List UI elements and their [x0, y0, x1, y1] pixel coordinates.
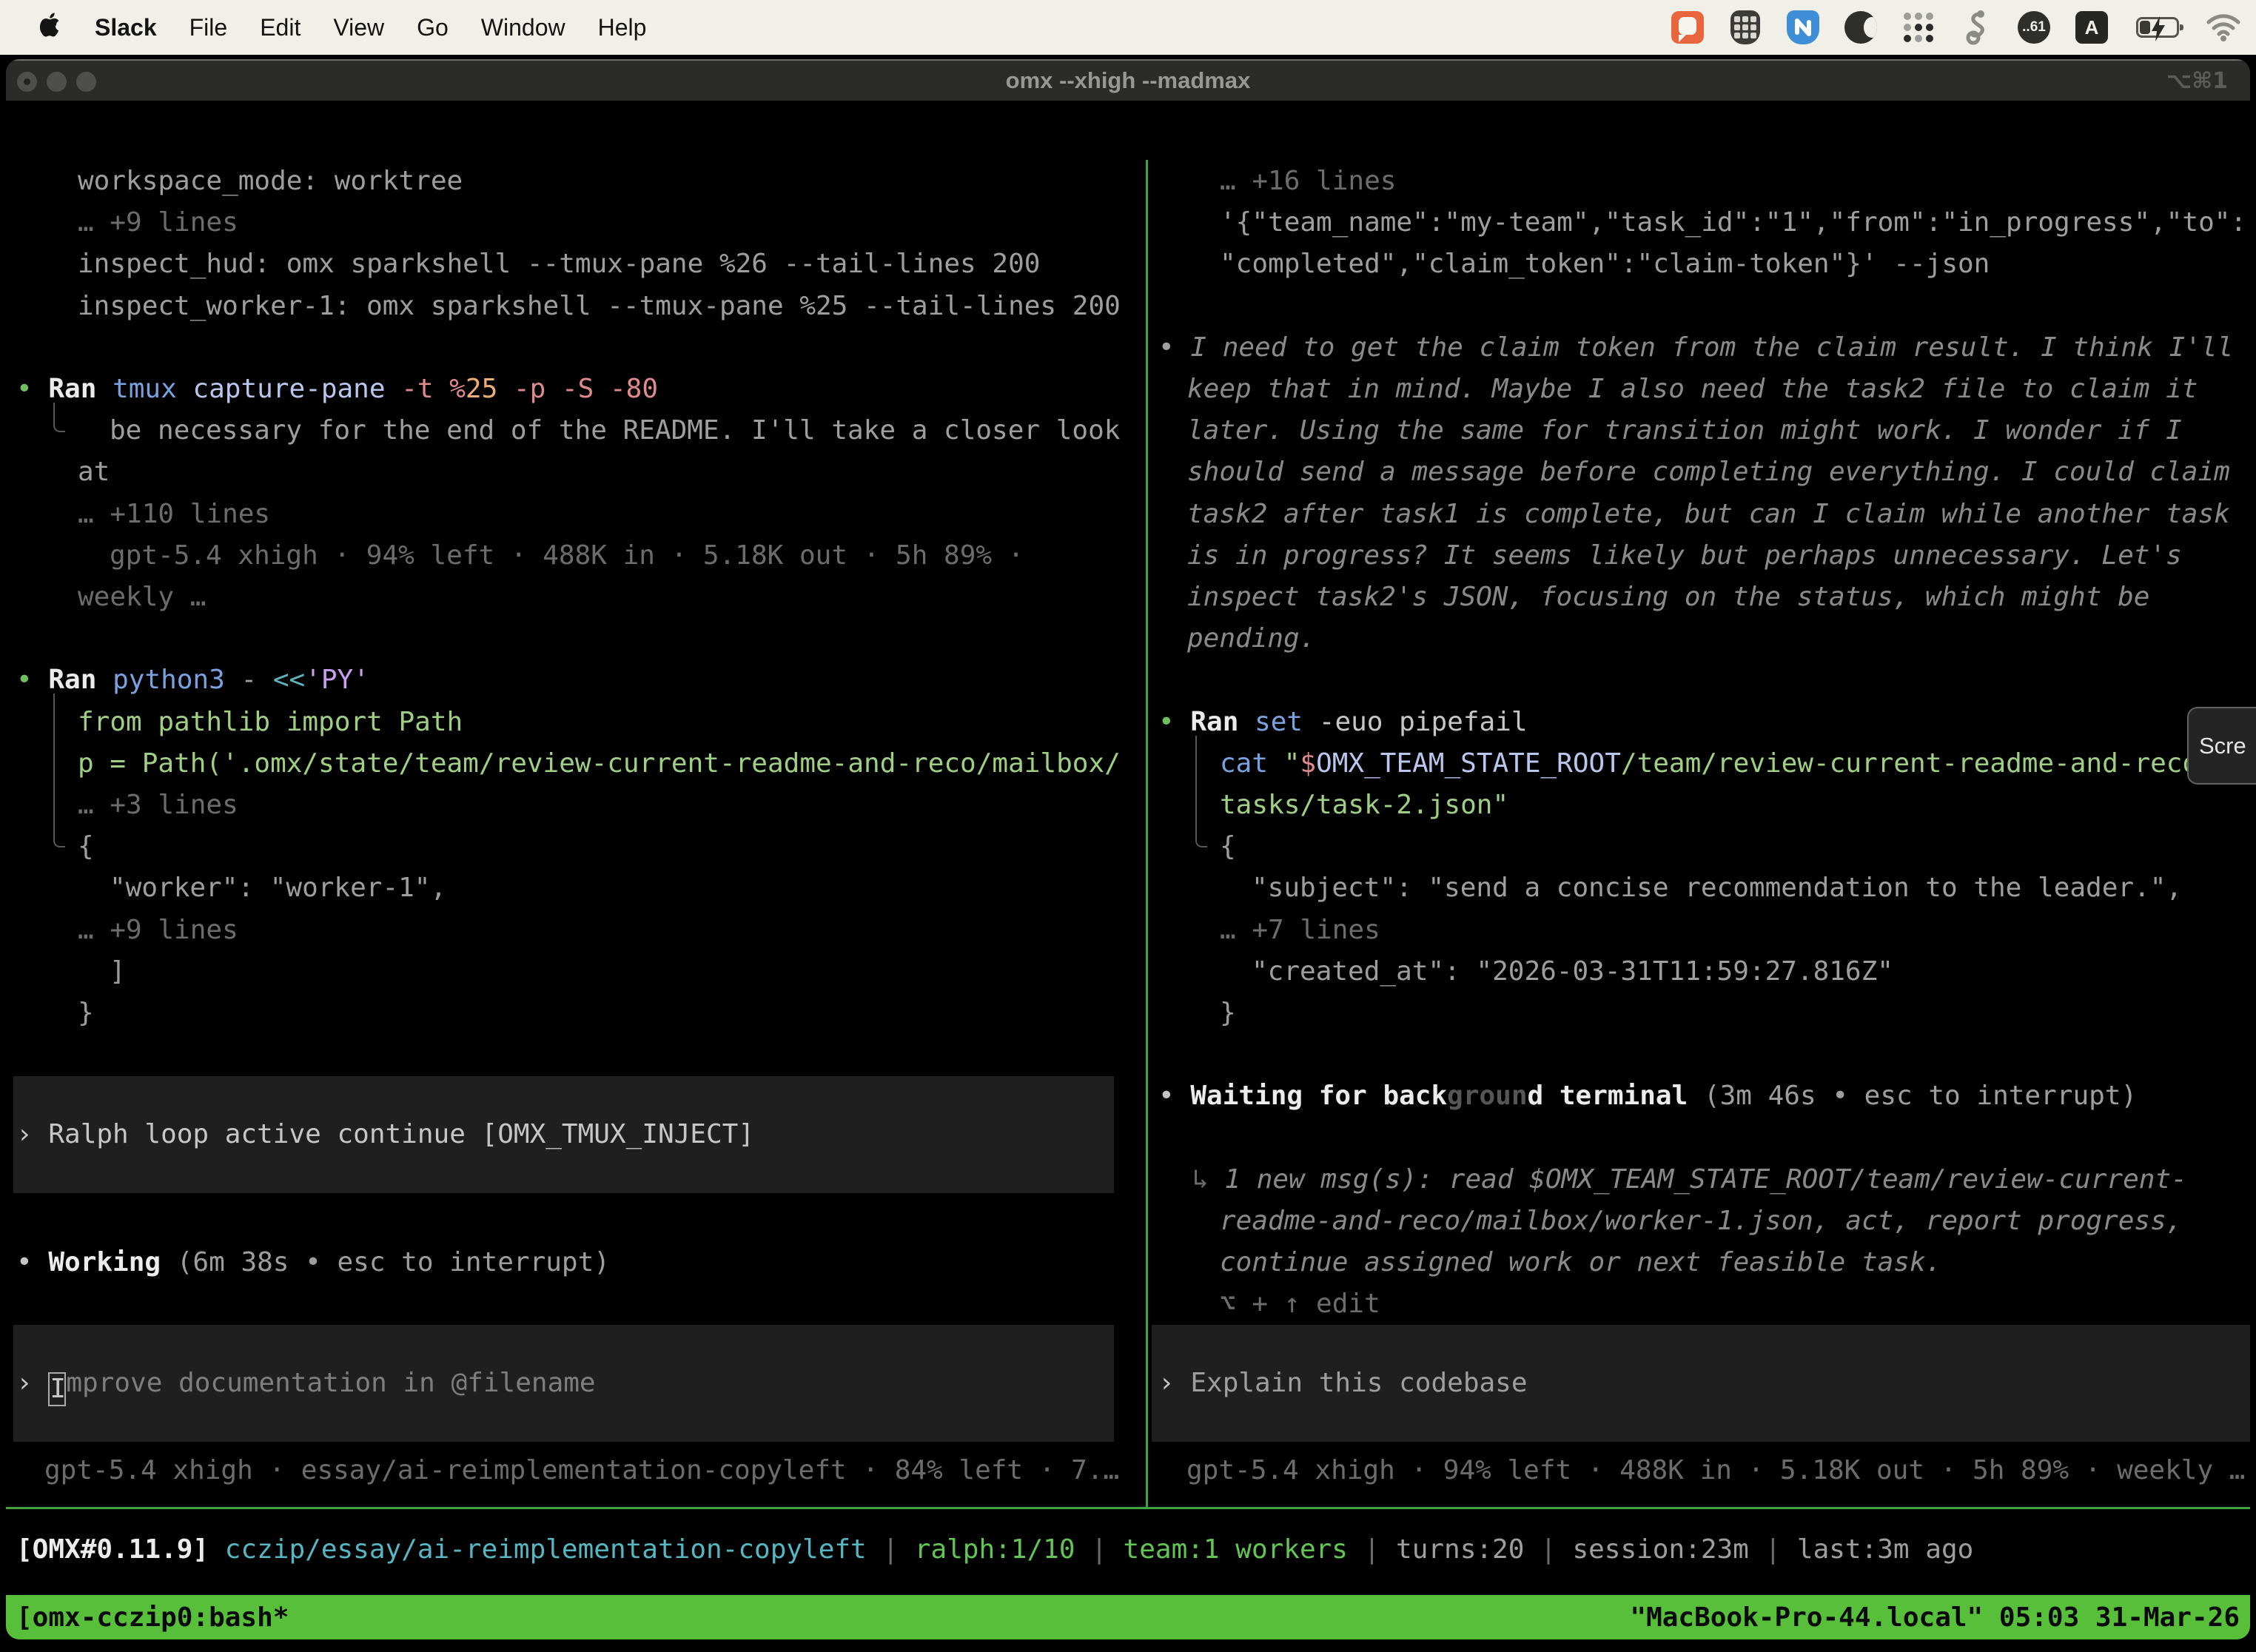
code-line: … +3 lines	[78, 785, 238, 826]
terminal-content[interactable]: workspace_mode: worktree… +9 linesinspec…	[6, 101, 2250, 1639]
pane-separator-horizontal	[6, 1507, 2250, 1509]
shield-grid-icon[interactable]	[1728, 10, 1763, 45]
code-line: p = Path('.omx/state/team/review-current…	[78, 743, 1121, 785]
json-output: … +7 lines	[1220, 910, 1380, 951]
window-titlebar[interactable]: omx --xhigh --madmax ⌥⌘1	[6, 59, 2250, 101]
left-log-line: inspect_hud: omx sparkshell --tmux-pane …	[78, 244, 1040, 285]
thinking-text: keep that in mind. Maybe I also need the…	[1187, 369, 2198, 410]
code-line: tasks/task-2.json"	[1220, 785, 1508, 826]
left-pane-statusline: gpt-5.4 xhigh · essay/ai-reimplementatio…	[44, 1450, 1119, 1491]
thinking-text: should send a message before completing …	[1187, 451, 2230, 493]
tool-output: be necessary for the end of the README. …	[110, 410, 1120, 451]
omx-session-status: [OMX#0.11.9] cczip/essay/ai-reimplementa…	[16, 1529, 1973, 1571]
code-line: from pathlib import Path	[78, 702, 463, 743]
circle-61-icon[interactable]: ..61	[2016, 10, 2052, 45]
tool-result-connector	[1195, 736, 1207, 847]
dark-circle-icon[interactable]	[1843, 10, 1879, 45]
prompt-input-left: › Improve documentation in @filename	[16, 1363, 596, 1406]
active-app-name[interactable]: Slack	[95, 14, 157, 41]
text-cursor: I	[48, 1372, 66, 1406]
json-output: }	[78, 993, 94, 1034]
working-status: • Working (6m 38s • esc to interrupt)	[16, 1242, 610, 1283]
tool-output: gpt-5.4 xhigh · 94% left · 488K in · 5.1…	[110, 535, 1024, 577]
ralph-loop-status: › Ralph loop active continue [OMX_TMUX_I…	[16, 1114, 754, 1155]
json-output: }	[1220, 993, 1236, 1034]
json-output: "worker": "worker-1",	[110, 867, 446, 909]
command-ran-tmux: • Ran tmux capture-pane -t %25 -p -S -80	[16, 369, 658, 410]
json-output: {	[1220, 826, 1236, 867]
code-line: cat "$OMX_TEAM_STATE_ROOT/team/review-cu…	[1220, 743, 2215, 785]
thinking-text: inspect task2's JSON, focusing on the st…	[1187, 577, 2149, 618]
command-ran-set: • Ran set -euo pipefail	[1158, 702, 1528, 743]
terminal-window: omx --xhigh --madmax ⌥⌘1 workspace_mode:…	[6, 59, 2250, 1639]
tmux-status-bar: [omx-cczip0:bash* "MacBook-Pro-44.local"…	[6, 1595, 2250, 1639]
menu-help[interactable]: Help	[598, 14, 647, 41]
popup-text: Scre	[2199, 733, 2246, 759]
tmux-session-label: [omx-cczip0:bash*	[6, 1602, 289, 1633]
screenshot-notification-popup[interactable]: Scre	[2187, 707, 2256, 785]
dots-grid-icon[interactable]	[1901, 10, 1936, 45]
thinking-text: is in progress? It seems likely but perh…	[1187, 535, 2182, 577]
json-output: {	[78, 826, 94, 867]
json-output: "subject": "send a concise recommendatio…	[1252, 867, 2182, 909]
screenshot-app-icon[interactable]	[1670, 10, 1705, 45]
squiggle-icon[interactable]	[1958, 10, 1994, 45]
mailbox-notice: continue assigned work or next feasible …	[1220, 1242, 1941, 1283]
right-log-line: '{"team_name":"my-team","task_id":"1","f…	[1220, 202, 2246, 244]
right-pane-statusline: gpt-5.4 xhigh · 94% left · 488K in · 5.1…	[1186, 1450, 2245, 1491]
right-log-line: … +16 lines	[1220, 161, 1396, 202]
battery-icon[interactable]	[2132, 10, 2183, 45]
prompt-input-right: › Explain this codebase	[1158, 1363, 1528, 1404]
tool-output: … +110 lines	[78, 494, 270, 535]
menu-file[interactable]: File	[189, 14, 228, 41]
command-ran-python3: • Ran python3 - <<'PY'	[16, 659, 369, 701]
menu-go[interactable]: Go	[417, 14, 449, 41]
menu-view[interactable]: View	[333, 14, 384, 41]
left-log-line: … +9 lines	[78, 202, 238, 244]
tmux-host-clock: "MacBook-Pro-44.local" 05:03 31-Mar-26	[1630, 1602, 2250, 1633]
apple-menu-icon[interactable]	[40, 11, 62, 44]
wifi-icon[interactable]	[2206, 10, 2241, 45]
waiting-status: • Waiting for background terminal (3m 46…	[1158, 1075, 2137, 1117]
pane-separator-vertical[interactable]	[1146, 160, 1148, 1508]
json-output: ]	[110, 951, 126, 993]
window-title: omx --xhigh --madmax	[6, 67, 2250, 94]
tool-result-connector	[53, 694, 65, 847]
window-shortcut-badge: ⌥⌘1	[2166, 68, 2228, 94]
edit-hint: ⌥ + ↑ edit	[1220, 1283, 1380, 1325]
tool-output: at	[78, 451, 110, 493]
thinking-text: • I need to get the claim token from the…	[1158, 327, 2233, 369]
mailbox-notice: ↳ 1 new msg(s): read $OMX_TEAM_STATE_ROO…	[1192, 1159, 2187, 1201]
thinking-text: later. Using the same for transition mig…	[1187, 410, 2182, 451]
json-output: "created_at": "2026-03-31T11:59:27.816Z"	[1252, 951, 1893, 993]
json-output: … +9 lines	[78, 910, 238, 951]
menu-window[interactable]: Window	[481, 14, 565, 41]
menu-edit[interactable]: Edit	[260, 14, 301, 41]
right-log-line: "completed","claim_token":"claim-token"}…	[1220, 244, 1990, 285]
blue-shield-icon[interactable]	[1785, 10, 1821, 45]
mailbox-notice: readme-and-reco/mailbox/worker-1.json, a…	[1220, 1201, 2182, 1242]
menu-bar: Slack File Edit View Go Window Help ..61…	[0, 0, 2256, 55]
thinking-text: pending.	[1187, 618, 1315, 659]
left-log-line: workspace_mode: worktree	[78, 161, 463, 202]
tool-output: weekly …	[78, 577, 206, 618]
thinking-text: task2 after task1 is complete, but can I…	[1187, 494, 2230, 535]
left-log-line: inspect_worker-1: omx sparkshell --tmux-…	[78, 286, 1121, 327]
input-source-icon[interactable]: A	[2074, 10, 2109, 45]
